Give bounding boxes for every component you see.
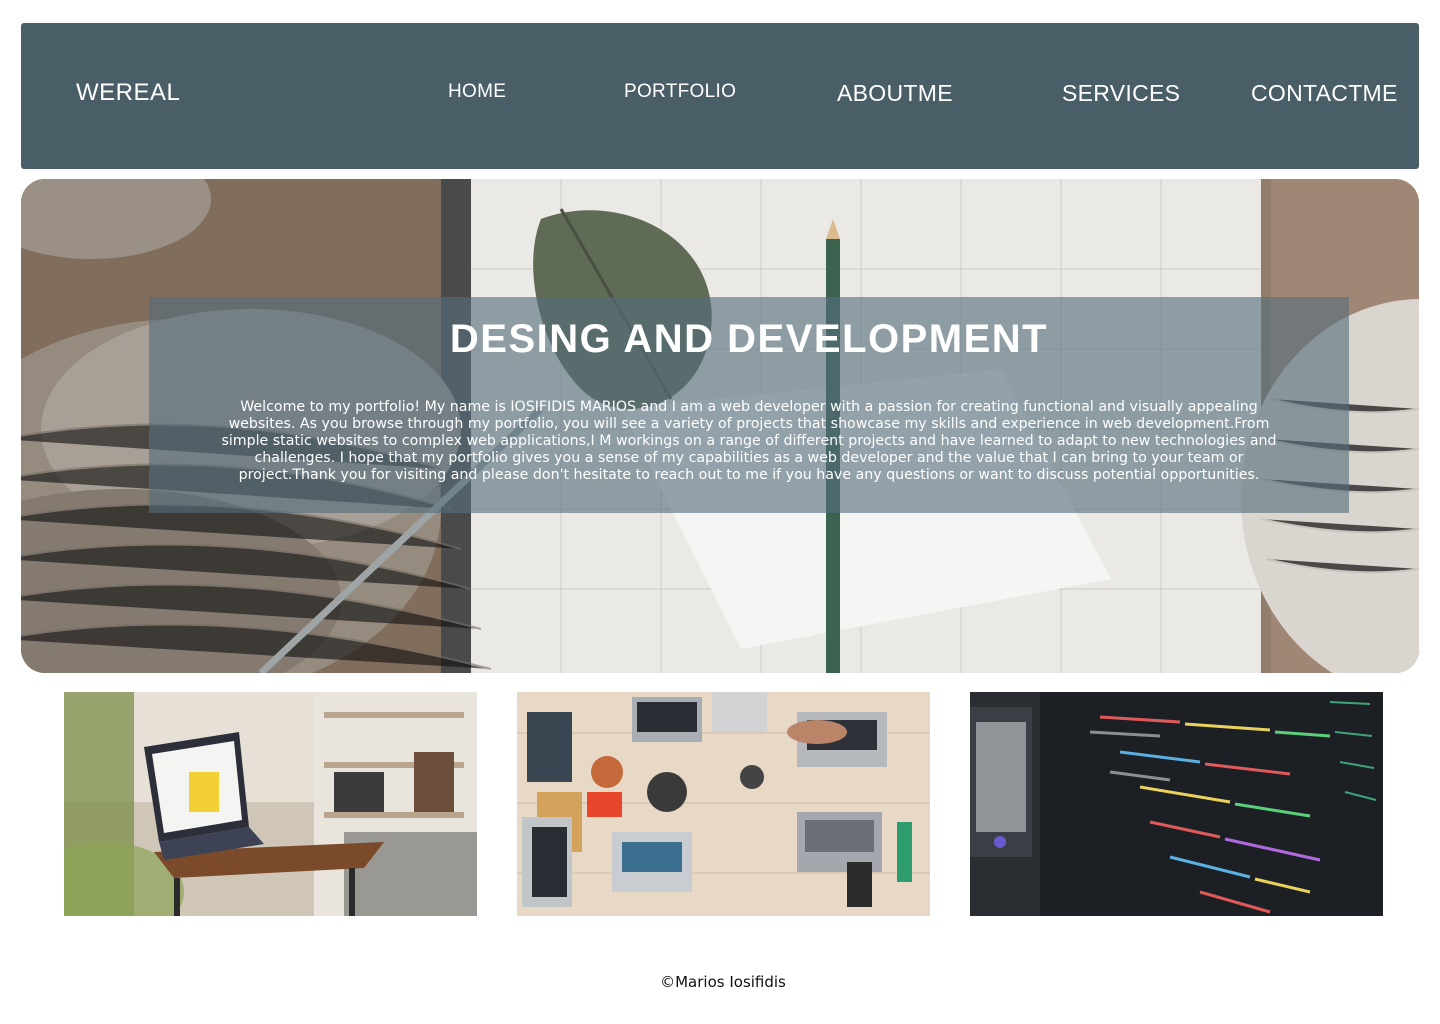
- site-logo[interactable]: WEREAL: [76, 79, 180, 107]
- nav-services-link[interactable]: SERVICES: [1062, 80, 1180, 107]
- tablet-photo: [64, 692, 477, 916]
- hero-intro-text: Welcome to my portfolio! My name is IOSI…: [221, 399, 1277, 483]
- gallery-image-code[interactable]: [970, 692, 1383, 916]
- gallery-image-team-desk[interactable]: [517, 692, 930, 916]
- hero-title: DESING AND DEVELOPMENT: [449, 317, 1049, 361]
- hero-section: DESING AND DEVELOPMENT Welcome to my por…: [21, 179, 1419, 673]
- nav-aboutme-link[interactable]: ABOUTME: [837, 80, 953, 107]
- code-screen-photo: [970, 692, 1383, 916]
- nav-home-link[interactable]: HOME: [448, 81, 506, 103]
- nav-contactme-link[interactable]: CONTACTME: [1251, 80, 1398, 107]
- footer-copyright: ©Marios Iosifidis: [660, 973, 786, 991]
- hero-overlay-panel: DESING AND DEVELOPMENT Welcome to my por…: [149, 297, 1349, 513]
- site-header: WEREAL HOME PORTFOLIO ABOUTME SERVICES C…: [21, 23, 1419, 169]
- gallery-image-tablet[interactable]: [64, 692, 477, 916]
- team-desk-photo: [517, 692, 930, 916]
- nav-portfolio-link[interactable]: PORTFOLIO: [624, 81, 736, 103]
